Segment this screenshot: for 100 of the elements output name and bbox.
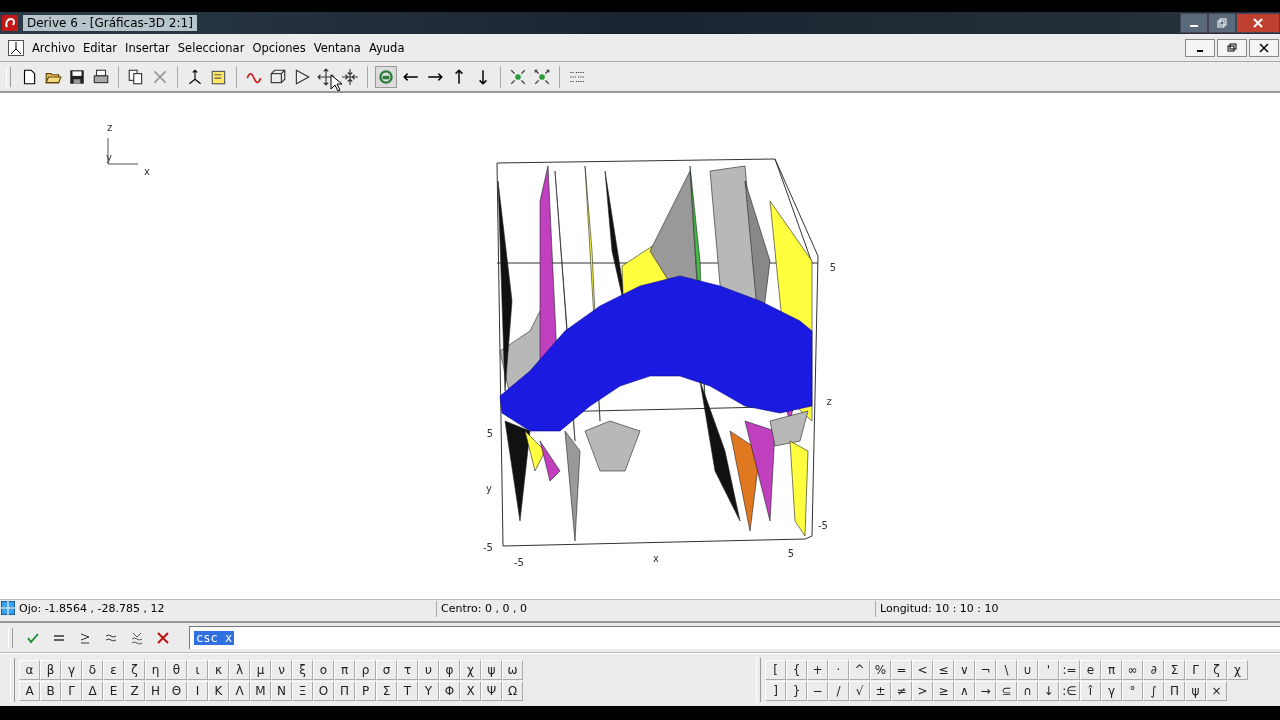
symbol-key[interactable]: − (807, 680, 828, 701)
symbol-key[interactable]: Α (19, 680, 40, 701)
symbol-key[interactable]: Χ (460, 680, 481, 701)
menu-item[interactable]: Editar (79, 40, 122, 55)
menu-item[interactable]: Opciones (248, 40, 310, 55)
symbol-key[interactable]: ο (313, 659, 334, 680)
symbol-key[interactable]: = (891, 659, 912, 680)
symbol-key[interactable]: Η (145, 680, 166, 701)
menu-item[interactable]: Ventana (309, 40, 365, 55)
symbol-key[interactable]: χ (460, 659, 481, 680)
symbol-key[interactable]: ζ (124, 659, 145, 680)
symbol-key[interactable]: } (786, 680, 807, 701)
symbol-key[interactable]: Ζ (124, 680, 145, 701)
symbol-key[interactable]: υ (418, 659, 439, 680)
symbol-key[interactable]: Γ (1185, 659, 1206, 680)
symbol-key[interactable]: ] (765, 680, 786, 701)
symbol-key[interactable]: Θ (166, 680, 187, 701)
symbol-key[interactable]: ∪ (1017, 659, 1038, 680)
symbol-key[interactable]: √ (849, 680, 870, 701)
symbol-key[interactable]: · (828, 659, 849, 680)
symbol-key[interactable]: ω (502, 659, 523, 680)
symbol-key[interactable]: φ (439, 659, 460, 680)
symbol-key[interactable]: î (1080, 680, 1101, 701)
symbol-key[interactable]: γ (1101, 680, 1122, 701)
symbol-key[interactable]: ε (103, 659, 124, 680)
symbol-key[interactable]: σ (376, 659, 397, 680)
symbol-key[interactable]: ∂ (1143, 659, 1164, 680)
symbol-key[interactable]: Μ (250, 680, 271, 701)
close-button[interactable] (1249, 38, 1279, 57)
symbol-key[interactable]: Δ (82, 680, 103, 701)
symbol-key[interactable]: ∧ (954, 680, 975, 701)
menu-item[interactable]: Seleccionar (173, 40, 249, 55)
symbol-key[interactable]: Κ (208, 680, 229, 701)
symbol-key[interactable]: β (40, 659, 61, 680)
symbol-key[interactable]: := (1059, 659, 1080, 680)
symbol-key[interactable]: ± (870, 680, 891, 701)
symbol-key[interactable]: Υ (418, 680, 439, 701)
symbol-key[interactable]: ∨ (954, 659, 975, 680)
expression-input-field[interactable]: csc x (189, 626, 1280, 649)
symbol-key[interactable]: Σ (376, 680, 397, 701)
restore-button[interactable] (1217, 38, 1247, 57)
symbol-key[interactable]: ξ (292, 659, 313, 680)
symbol-key[interactable]: e (1080, 659, 1101, 680)
symbol-key[interactable]: ι (187, 659, 208, 680)
symbol-key[interactable]: Λ (229, 680, 250, 701)
symbol-key[interactable]: ψ (1185, 680, 1206, 701)
symbol-key[interactable]: ∞ (1122, 659, 1143, 680)
symbol-key[interactable]: κ (208, 659, 229, 680)
symbol-key[interactable]: Ξ (292, 680, 313, 701)
symbol-key[interactable]: Ε (103, 680, 124, 701)
symbol-key[interactable]: ⊆ (996, 680, 1017, 701)
symbol-key[interactable]: ↓ (1038, 680, 1059, 701)
symbol-key[interactable]: γ (61, 659, 82, 680)
symbol-key[interactable]: ^ (849, 659, 870, 680)
symbol-key[interactable]: Τ (397, 680, 418, 701)
symbol-key[interactable]: ψ (481, 659, 502, 680)
symbol-key[interactable]: Β (40, 680, 61, 701)
symbol-key[interactable]: Γ (61, 680, 82, 701)
symbol-key[interactable]: ρ (355, 659, 376, 680)
symbol-key[interactable]: / (828, 680, 849, 701)
symbol-key[interactable]: η (145, 659, 166, 680)
maximize-button[interactable] (1208, 13, 1236, 33)
symbol-key[interactable]: τ (397, 659, 418, 680)
symbol-key[interactable]: % (870, 659, 891, 680)
symbol-key[interactable]: ν (271, 659, 292, 680)
symbol-key[interactable]: → (975, 680, 996, 701)
close-button[interactable] (1236, 13, 1280, 33)
symbol-key[interactable]: λ (229, 659, 250, 680)
symbol-key[interactable]: Π (334, 680, 355, 701)
cancel-icon[interactable] (155, 629, 171, 646)
symbol-key[interactable]: × (1206, 680, 1227, 701)
symbol-key[interactable]: Ι (187, 680, 208, 701)
symbol-key[interactable]: > (912, 680, 933, 701)
symbol-key[interactable]: Σ (1164, 659, 1185, 680)
symbol-key[interactable]: θ (166, 659, 187, 680)
symbol-key[interactable]: π (1101, 659, 1122, 680)
symbol-key[interactable]: { (786, 659, 807, 680)
symbol-key[interactable]: \ (996, 659, 1017, 680)
symbol-key[interactable]: Π (1164, 680, 1185, 701)
menu-item[interactable]: Ayuda (364, 40, 409, 55)
symbol-key[interactable]: ≤ (933, 659, 954, 680)
symbol-key[interactable]: ° (1122, 680, 1143, 701)
menu-item[interactable]: Archivo (28, 40, 79, 55)
symbol-key[interactable]: ≠ (891, 680, 912, 701)
symbol-key[interactable]: ζ (1206, 659, 1227, 680)
symbol-key[interactable]: :∈ (1059, 680, 1080, 701)
shrink-icon[interactable] (340, 66, 360, 87)
symbol-key[interactable]: Ν (271, 680, 292, 701)
symbol-key[interactable]: ¬ (975, 659, 996, 680)
symbol-key[interactable]: ∩ (1017, 680, 1038, 701)
document-axes-icon[interactable] (8, 39, 24, 56)
symbol-key[interactable]: < (912, 659, 933, 680)
symbol-key[interactable]: ' (1038, 659, 1059, 680)
symbol-key[interactable]: Ψ (481, 680, 502, 701)
symbol-key[interactable]: δ (82, 659, 103, 680)
symbol-key[interactable]: π (334, 659, 355, 680)
menu-item[interactable]: Insertar (121, 40, 174, 55)
symbol-key[interactable]: α (19, 659, 40, 680)
symbol-key[interactable]: ∫ (1143, 680, 1164, 701)
symbol-key[interactable]: + (807, 659, 828, 680)
